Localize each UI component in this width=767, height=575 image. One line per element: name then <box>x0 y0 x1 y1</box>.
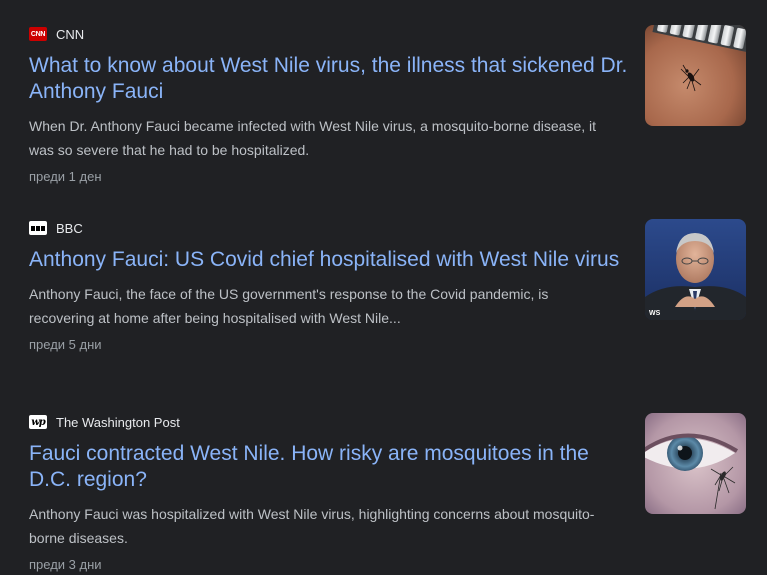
news-age: преди 3 дни <box>29 557 102 572</box>
source-name: The Washington Post <box>56 414 180 430</box>
news-headline-link[interactable]: What to know about West Nile virus, the … <box>29 53 629 105</box>
news-age: преди 5 дни <box>29 337 102 352</box>
source-name: BBC <box>56 220 83 236</box>
news-age: преди 1 ден <box>29 169 102 184</box>
news-feed: CNN CNN What to know about West Nile vir… <box>0 0 767 575</box>
fauci-portrait-image[interactable]: WS <box>645 219 746 320</box>
source-name: CNN <box>56 26 85 42</box>
news-source[interactable]: BBC <box>29 219 747 237</box>
news-snippet: Anthony Fauci, the face of the US govern… <box>29 286 549 326</box>
news-snippet: When Dr. Anthony Fauci became infected w… <box>29 118 597 158</box>
bbc-logo-icon <box>29 221 47 235</box>
news-headline-link[interactable]: Anthony Fauci: US Covid chief hospitalis… <box>29 247 629 273</box>
news-card[interactable]: BBC Anthony Fauci: US Covid chief hospit… <box>29 219 747 354</box>
news-card[interactable]: CNN CNN What to know about West Nile vir… <box>29 25 747 186</box>
eye-closeup-image[interactable] <box>645 413 746 514</box>
news-card[interactable]: wp The Washington Post Fauci contracted … <box>29 413 747 574</box>
washington-post-logo-icon: wp <box>29 415 47 429</box>
news-headline-link[interactable]: Fauci contracted West Nile. How risky ar… <box>29 441 629 493</box>
news-source[interactable]: wp The Washington Post <box>29 413 747 431</box>
mosquito-on-skin-image[interactable] <box>645 25 746 126</box>
cnn-logo-icon: CNN <box>29 27 47 41</box>
news-snippet: Anthony Fauci was hospitalized with West… <box>29 506 595 546</box>
news-source[interactable]: CNN CNN <box>29 25 747 43</box>
thumbnail-caption: WS <box>649 310 661 317</box>
